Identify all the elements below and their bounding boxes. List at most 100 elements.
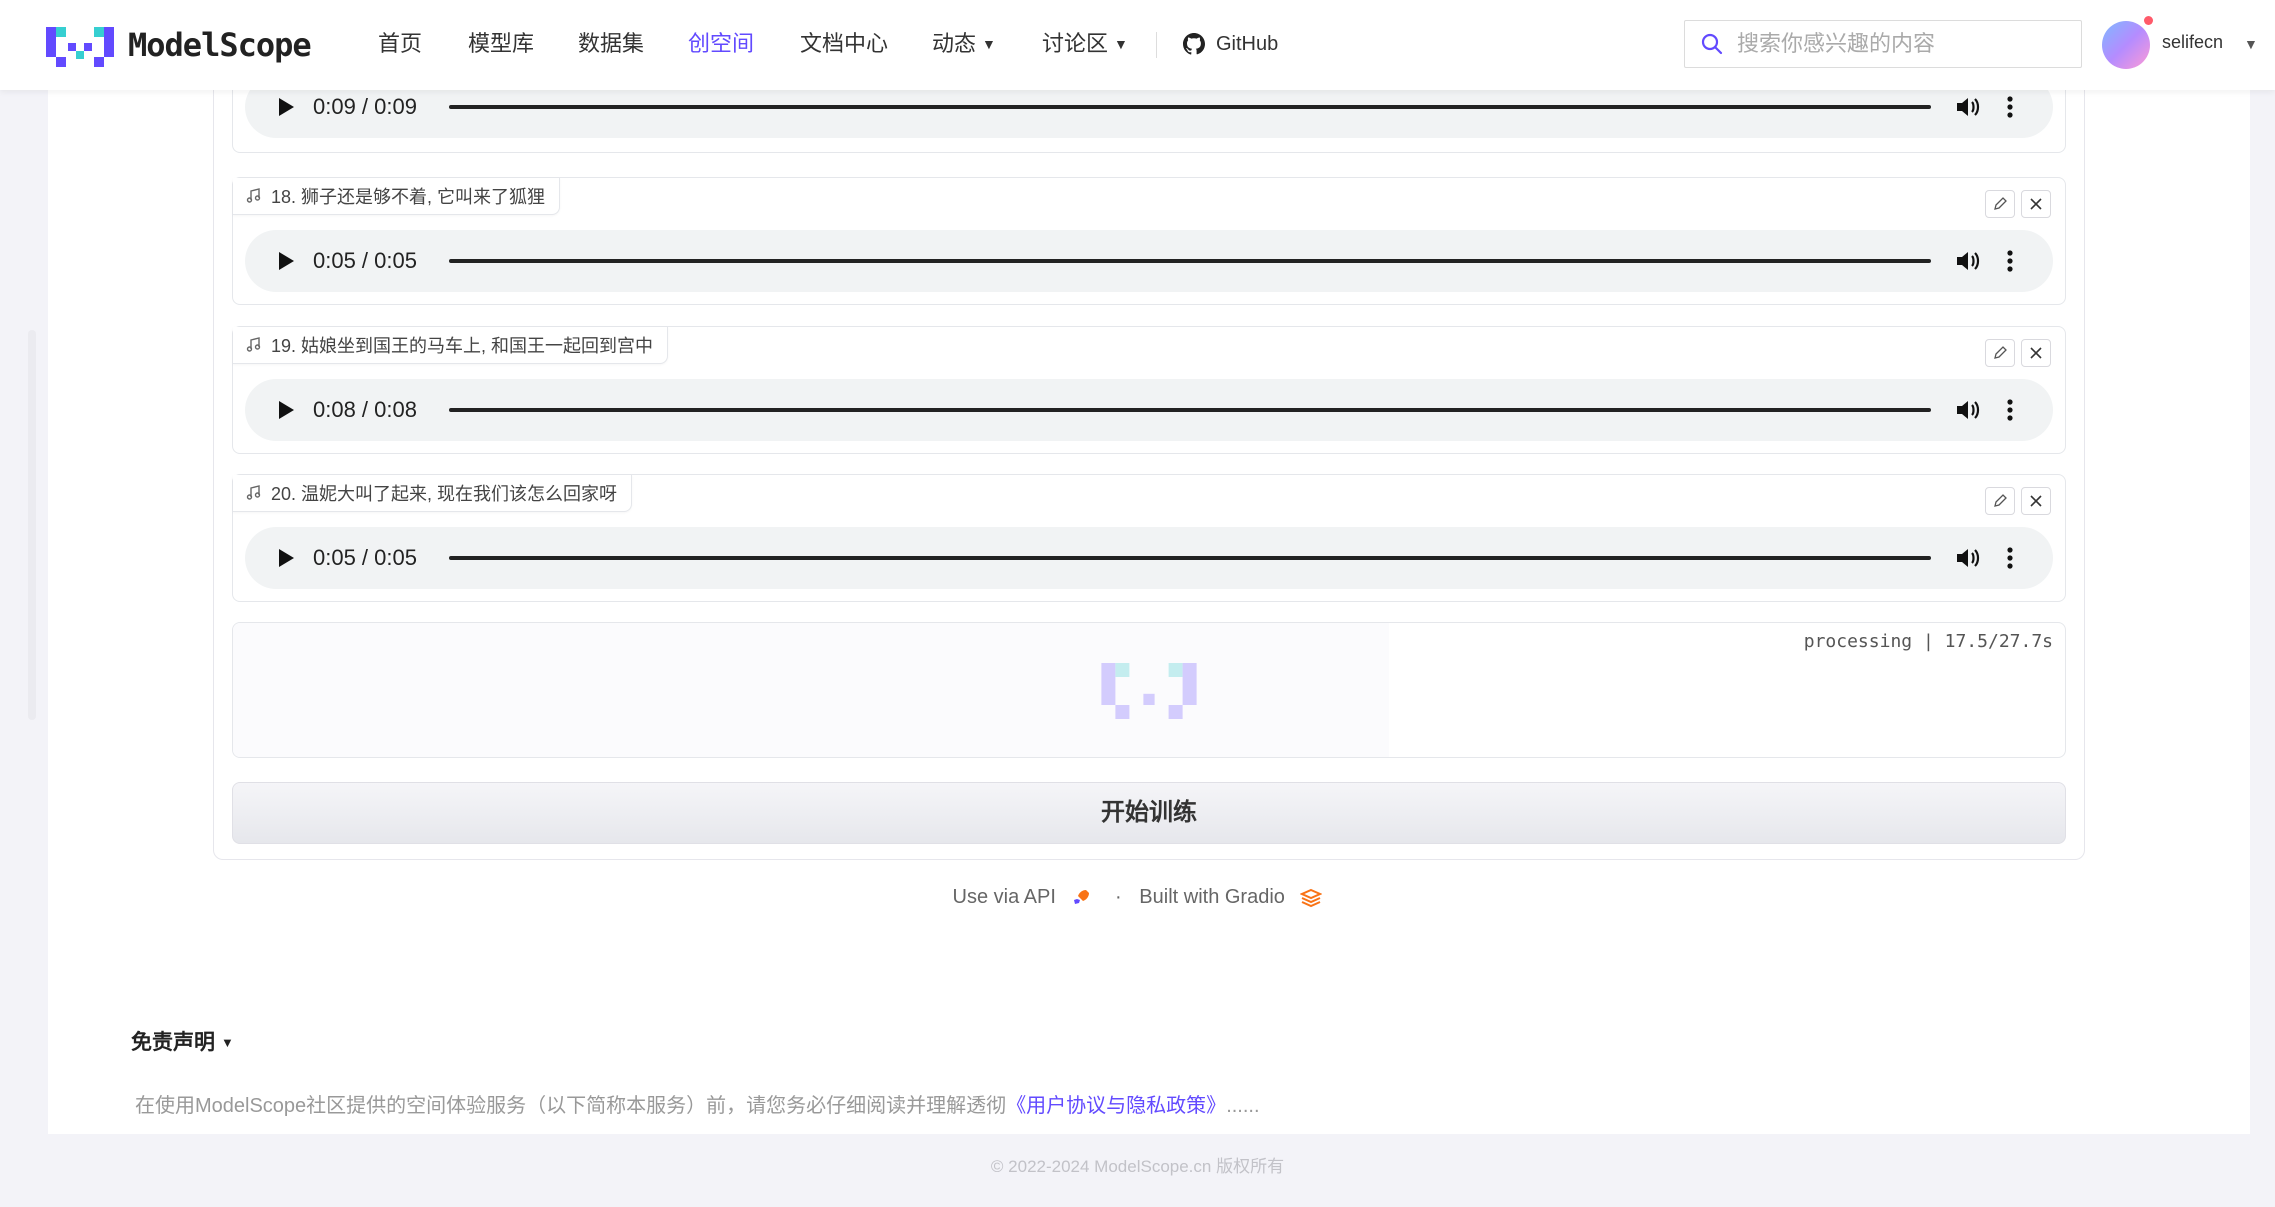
disclaimer-ellipsis: ...... bbox=[1226, 1095, 1260, 1117]
audio-progress-bar[interactable] bbox=[449, 408, 1931, 412]
disclaimer-toggle[interactable]: 免责声明 ▼ bbox=[131, 1026, 234, 1056]
nav-docs-label: 文档中心 bbox=[800, 31, 889, 56]
processing-status: processing | 17.5/27.7s bbox=[1803, 631, 2053, 652]
disclaimer-title: 免责声明 bbox=[131, 1031, 215, 1054]
nav-datasets-label: 数据集 bbox=[578, 31, 645, 56]
nav-docs[interactable]: 文档中心 bbox=[800, 28, 888, 60]
audio-player: 0:08 / 0:08 bbox=[245, 379, 2053, 441]
more-options-icon[interactable] bbox=[2007, 96, 2013, 118]
audio-label-text: 20. 温妮大叫了起来, 现在我们该怎么回家呀 bbox=[271, 484, 618, 504]
audio-actions bbox=[1985, 487, 2051, 515]
edit-button[interactable] bbox=[1985, 339, 2015, 367]
volume-icon[interactable] bbox=[1955, 95, 1981, 119]
music-note-icon bbox=[246, 485, 261, 500]
audio-player: 0:05 / 0:05 bbox=[245, 230, 2053, 292]
left-scrollbar[interactable] bbox=[28, 330, 36, 720]
disclaimer-body: 在使用ModelScope社区提供的空间体验服务（以下简称本服务）前，请您务必仔… bbox=[135, 1095, 1007, 1117]
audio-label: 18. 狮子还是够不着, 它叫来了狐狸 bbox=[233, 178, 561, 215]
processing-progress-area bbox=[233, 623, 1389, 757]
modelscope-logo-icon bbox=[46, 27, 114, 67]
audio-label: 20. 温妮大叫了起来, 现在我们该怎么回家呀 bbox=[233, 475, 633, 512]
audio-item: 20. 温妮大叫了起来, 现在我们该怎么回家呀 0:05 / 0:05 bbox=[232, 474, 2066, 602]
audio-actions bbox=[1985, 190, 2051, 218]
audio-time: 0:05 / 0:05 bbox=[313, 248, 417, 273]
more-options-icon[interactable] bbox=[2007, 399, 2013, 421]
rocket-icon bbox=[1074, 889, 1090, 904]
nav-home[interactable]: 首页 bbox=[378, 28, 422, 60]
pencil-icon bbox=[1994, 346, 2007, 359]
avatar[interactable] bbox=[2102, 21, 2150, 69]
search-box[interactable] bbox=[1684, 20, 2082, 68]
nav-models[interactable]: 模型库 bbox=[468, 28, 534, 60]
remove-button[interactable] bbox=[2021, 339, 2051, 367]
play-icon[interactable] bbox=[277, 251, 295, 271]
play-icon[interactable] bbox=[277, 97, 295, 117]
audio-progress-bar[interactable] bbox=[449, 259, 1931, 263]
pencil-icon bbox=[1994, 197, 2007, 210]
remove-button[interactable] bbox=[2021, 190, 2051, 218]
user-agreement-link[interactable]: 《用户协议与隐私政策》 bbox=[1006, 1095, 1226, 1117]
gradio-footer: Use via API · Built with Gradio bbox=[0, 886, 2275, 909]
nav-github[interactable]: GitHub bbox=[1182, 28, 1278, 60]
audio-actions bbox=[1985, 339, 2051, 367]
volume-icon[interactable] bbox=[1955, 546, 1981, 570]
play-icon[interactable] bbox=[277, 400, 295, 420]
more-options-icon[interactable] bbox=[2007, 250, 2013, 272]
audio-item: 0:09 / 0:09 bbox=[232, 76, 2066, 153]
use-via-api-link[interactable]: Use via API bbox=[953, 886, 1056, 908]
chevron-down-icon: ▼ bbox=[982, 36, 996, 52]
chevron-down-icon[interactable]: ▼ bbox=[2244, 36, 2258, 52]
brand-name: ModelScope bbox=[128, 26, 312, 64]
more-options-icon[interactable] bbox=[2007, 547, 2013, 569]
audio-time: 0:08 / 0:08 bbox=[313, 397, 417, 422]
nav-studios[interactable]: 创空间 bbox=[688, 28, 754, 60]
nav-discussion[interactable]: 讨论区 ▼ bbox=[1042, 28, 1128, 60]
username[interactable]: selifecn bbox=[2162, 32, 2223, 53]
nav-divider bbox=[1156, 32, 1157, 58]
github-icon bbox=[1183, 33, 1205, 55]
audio-item: 18. 狮子还是够不着, 它叫来了狐狸 0:05 / 0:05 bbox=[232, 177, 2066, 305]
edit-button[interactable] bbox=[1985, 190, 2015, 218]
audio-item: 19. 姑娘坐到国王的马车上, 和国王一起回到宫中 0:08 / 0:08 bbox=[232, 326, 2066, 454]
chevron-down-icon: ▼ bbox=[1114, 36, 1128, 52]
github-label: GitHub bbox=[1216, 33, 1279, 55]
edit-button[interactable] bbox=[1985, 487, 2015, 515]
audio-label-text: 18. 狮子还是够不着, 它叫来了狐狸 bbox=[271, 187, 546, 207]
nav-datasets[interactable]: 数据集 bbox=[578, 28, 644, 60]
chevron-down-icon: ▼ bbox=[221, 1035, 234, 1050]
modelscope-logo[interactable]: ModelScope bbox=[46, 23, 312, 67]
audio-time: 0:05 / 0:05 bbox=[313, 545, 417, 570]
audio-label: 19. 姑娘坐到国王的马车上, 和国王一起回到宫中 bbox=[233, 327, 669, 364]
volume-icon[interactable] bbox=[1955, 249, 1981, 273]
notification-dot bbox=[2144, 16, 2153, 25]
volume-icon[interactable] bbox=[1955, 398, 1981, 422]
nav-activity[interactable]: 动态 ▼ bbox=[932, 28, 996, 60]
loading-logo-icon bbox=[1101, 663, 1197, 724]
pencil-icon bbox=[1994, 494, 2007, 507]
close-icon bbox=[2030, 495, 2042, 507]
nav-home-label: 首页 bbox=[378, 31, 423, 56]
audio-progress-bar[interactable] bbox=[449, 556, 1931, 560]
audio-time: 0:09 / 0:09 bbox=[313, 94, 417, 119]
nav-discussion-label: 讨论区 bbox=[1042, 31, 1109, 56]
close-icon bbox=[2030, 347, 2042, 359]
music-note-icon bbox=[246, 337, 261, 352]
audio-label-text: 19. 姑娘坐到国王的马车上, 和国王一起回到宫中 bbox=[271, 336, 654, 356]
audio-player: 0:05 / 0:05 bbox=[245, 527, 2053, 589]
search-icon bbox=[1701, 33, 1723, 55]
disclaimer-text: 在使用ModelScope社区提供的空间体验服务（以下简称本服务）前，请您务必仔… bbox=[135, 1089, 1260, 1118]
music-note-icon bbox=[246, 188, 261, 203]
start-training-button[interactable]: 开始训练 bbox=[232, 782, 2066, 844]
audio-progress-bar[interactable] bbox=[449, 105, 1931, 109]
close-icon bbox=[2030, 198, 2042, 210]
search-input[interactable] bbox=[1735, 30, 2059, 58]
footer-separator: · bbox=[1115, 886, 1122, 909]
copyright: © 2022-2024 ModelScope.cn 版权所有 bbox=[990, 1157, 1285, 1176]
gradio-logo-icon bbox=[1300, 888, 1323, 907]
nav-studios-label: 创空间 bbox=[688, 31, 755, 56]
play-icon[interactable] bbox=[277, 548, 295, 568]
nav-activity-label: 动态 bbox=[932, 31, 977, 56]
top-nav: ModelScope 首页 模型库 数据集 创空间 文档中心 动态 ▼ 讨论区 ▼ … bbox=[0, 0, 2275, 90]
built-with-gradio-link[interactable]: Built with Gradio bbox=[1139, 886, 1285, 908]
remove-button[interactable] bbox=[2021, 487, 2051, 515]
